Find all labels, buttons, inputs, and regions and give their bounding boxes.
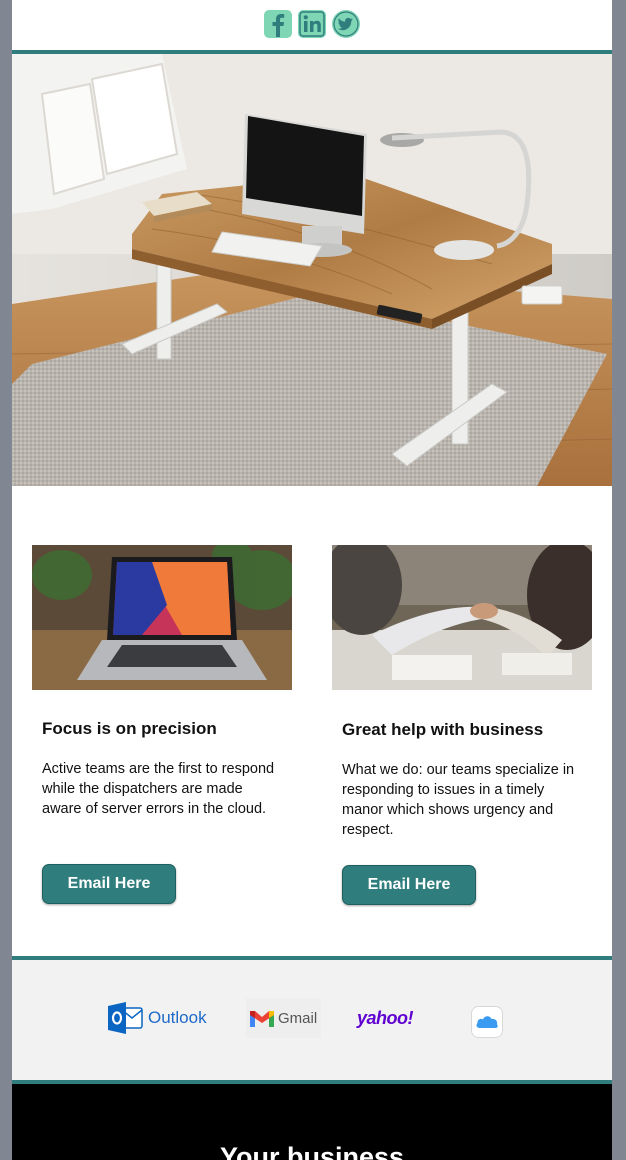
twitter-icon — [332, 10, 360, 38]
facebook-link[interactable] — [263, 9, 293, 39]
social-links — [263, 9, 361, 39]
card-body: Active teams are the first to respond wh… — [42, 761, 275, 817]
email-here-button[interactable]: Email Here — [342, 865, 476, 905]
header — [12, 0, 612, 50]
yahoo-logo: yahoo! — [357, 999, 414, 1037]
standing-desk-illustration — [12, 54, 612, 486]
card-body: What we do: our teams specialize in resp… — [342, 762, 575, 838]
footer-title: Your business — [219, 1142, 405, 1160]
outlook-logo: Outlook — [108, 999, 207, 1037]
footer: Your business — [12, 1084, 612, 1160]
twitter-link[interactable] — [331, 9, 361, 39]
gmail-logo: Gmail — [246, 998, 322, 1038]
feature-card-precision: Focus is on precision Active teams are t… — [32, 545, 292, 904]
feature-card-business: Great help with business What we do: our… — [332, 545, 592, 905]
handshake-image — [332, 545, 592, 690]
hero-image — [12, 54, 612, 486]
laptop-image — [32, 545, 292, 690]
linkedin-link[interactable] — [297, 9, 327, 39]
icloud-logo — [471, 1003, 503, 1041]
gmail-label: Gmail — [278, 1009, 318, 1027]
yahoo-label: yahoo! — [357, 1007, 414, 1028]
email-here-button[interactable]: Email Here — [42, 864, 176, 904]
email-providers: Outlook Gmail yahoo! — [12, 960, 612, 1080]
icloud-icon — [471, 1006, 503, 1038]
outlook-label: Outlook — [148, 1008, 207, 1027]
facebook-icon — [264, 10, 292, 38]
card-title: Focus is on precision — [42, 719, 217, 738]
gmail-icon — [250, 1011, 274, 1027]
card-title: Great help with business — [342, 720, 544, 739]
linkedin-icon — [298, 10, 326, 38]
outlook-icon — [108, 1002, 143, 1034]
email-container: Focus is on precision Active teams are t… — [12, 0, 612, 1160]
